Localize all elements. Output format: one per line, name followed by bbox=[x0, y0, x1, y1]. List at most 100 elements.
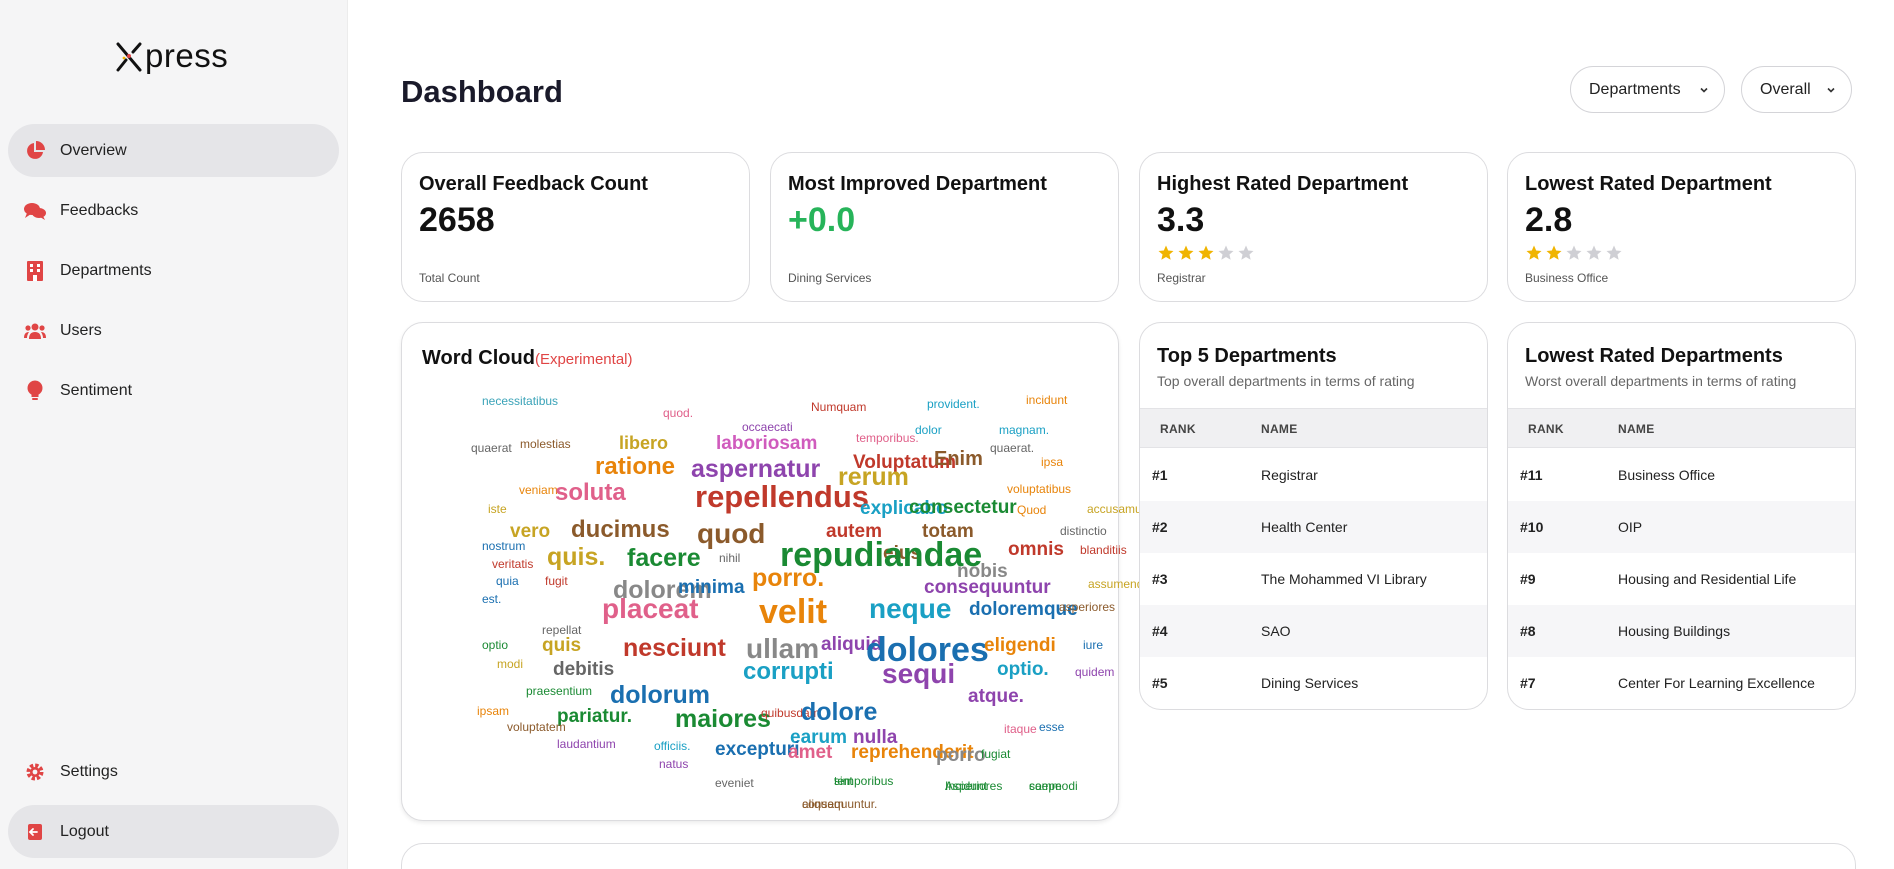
star-filled-icon bbox=[1525, 244, 1543, 262]
rank-cell: #8 bbox=[1520, 623, 1536, 639]
stat-value: 2.8 bbox=[1525, 201, 1573, 239]
rank-cell: #3 bbox=[1152, 571, 1168, 587]
star-filled-icon bbox=[1177, 244, 1195, 262]
stat-subtitle: Registrar bbox=[1157, 271, 1206, 285]
star-filled-icon bbox=[1545, 244, 1563, 262]
star-rating bbox=[1525, 244, 1623, 262]
word-cloud-word: optio. bbox=[997, 659, 1049, 680]
top-departments-card: Top 5 Departments Top overall department… bbox=[1139, 322, 1488, 710]
word-cloud-word: provident. bbox=[927, 397, 980, 411]
name-cell: OIP bbox=[1618, 519, 1643, 535]
table-row[interactable]: #8 Housing Buildings bbox=[1508, 605, 1855, 657]
stat-value: 3.3 bbox=[1157, 201, 1205, 239]
table-row[interactable]: #4 SAO bbox=[1140, 605, 1487, 657]
word-cloud-word: necessitatibus bbox=[482, 394, 559, 408]
word-cloud-word: incidunt bbox=[1026, 393, 1068, 407]
sidebar-item-departments[interactable]: Departments bbox=[8, 244, 339, 297]
word-cloud-word: Quod bbox=[1017, 503, 1047, 517]
word-cloud-word: consectetur bbox=[909, 497, 1017, 518]
name-cell: SAO bbox=[1261, 623, 1291, 639]
word-cloud-word: excepturi bbox=[715, 739, 800, 760]
rank-cell: #7 bbox=[1520, 675, 1536, 691]
word-cloud-word: corrupti bbox=[743, 658, 834, 685]
name-cell: Center For Learning Excellence bbox=[1618, 675, 1815, 691]
name-cell: Housing Buildings bbox=[1618, 623, 1731, 639]
word-cloud-word: quia bbox=[496, 574, 519, 588]
word-cloud-word: natus bbox=[659, 757, 689, 771]
star-empty-icon bbox=[1217, 244, 1235, 262]
word-cloud-word: neque bbox=[869, 593, 952, 624]
word-cloud-word: voluptatem bbox=[507, 720, 566, 734]
word-cloud-word: quaerat. bbox=[990, 441, 1035, 455]
word-cloud-word: ipsam bbox=[477, 704, 510, 718]
table-subtitle: Top overall departments in terms of rati… bbox=[1157, 373, 1415, 389]
star-rating bbox=[1157, 244, 1255, 262]
rank-cell: #1 bbox=[1152, 467, 1168, 483]
logout-icon bbox=[24, 821, 46, 843]
word-cloud-word: temporibus. bbox=[856, 431, 919, 445]
word-cloud-word: temporibus bbox=[834, 774, 894, 788]
table-row[interactable]: #9 Housing and Residential Life bbox=[1508, 553, 1855, 605]
word-cloud-word: repellendus bbox=[695, 479, 869, 514]
table-row[interactable]: #5 Dining Services bbox=[1140, 657, 1487, 709]
word-cloud-word: blanditiis bbox=[1080, 543, 1127, 557]
sidebar-item-label: Departments bbox=[60, 261, 152, 279]
word-cloud-word: nihil bbox=[719, 551, 741, 565]
word-cloud-word: nostrum bbox=[482, 539, 526, 553]
word-cloud-word: amet bbox=[788, 742, 833, 763]
word-cloud-word: Numquam bbox=[811, 400, 867, 414]
building-icon bbox=[24, 260, 46, 282]
word-cloud-card: Word Cloud(Experimental) necessitatibus q… bbox=[401, 322, 1153, 822]
lightbulb-icon bbox=[24, 380, 46, 402]
star-empty-icon bbox=[1585, 244, 1603, 262]
select-value: Overall bbox=[1760, 80, 1811, 98]
word-cloud-word: placeat bbox=[602, 593, 699, 624]
star-filled-icon bbox=[1157, 244, 1175, 262]
sidebar-item-logout[interactable]: Logout bbox=[8, 805, 339, 858]
table-row[interactable]: #1 Registrar bbox=[1140, 449, 1487, 501]
sidebar-item-label: Users bbox=[60, 321, 102, 339]
sidebar-item-users[interactable]: Users bbox=[8, 304, 339, 357]
table-title: Lowest Rated Departments bbox=[1525, 345, 1783, 367]
word-cloud-word: optio bbox=[482, 638, 509, 652]
word-cloud-word: eligendi bbox=[984, 635, 1056, 656]
name-cell: Housing and Residential Life bbox=[1618, 571, 1797, 587]
word-cloud-word: fugiat bbox=[981, 747, 1011, 761]
department-filter-select[interactable]: Departments bbox=[1570, 66, 1725, 113]
table-row[interactable]: #11 Business Office bbox=[1508, 449, 1855, 501]
sidebar: press Overview Feedbacks Departments Use… bbox=[0, 0, 348, 869]
stat-card-feedback-count: Overall Feedback Count 2658 Total Count bbox=[401, 152, 750, 302]
table-header: RANK NAME bbox=[1508, 408, 1855, 448]
word-cloud-word: officiis. bbox=[654, 739, 691, 753]
pie-chart-icon bbox=[24, 140, 46, 162]
word-cloud: necessitatibus quod. incidunt Numquam provid… bbox=[402, 323, 1153, 822]
table-row[interactable]: #7 Center For Learning Excellence bbox=[1508, 657, 1855, 709]
stat-title: Most Improved Department bbox=[788, 173, 1047, 195]
table-row[interactable]: #2 Health Center bbox=[1140, 501, 1487, 553]
sidebar-item-settings[interactable]: Settings bbox=[8, 745, 339, 798]
star-empty-icon bbox=[1605, 244, 1623, 262]
stat-subtitle: Dining Services bbox=[788, 271, 872, 285]
sidebar-nav: Overview Feedbacks Departments Users Sen… bbox=[8, 124, 339, 424]
table-row[interactable]: #3 The Mohammed VI Library bbox=[1140, 553, 1487, 605]
word-cloud-word: porro bbox=[936, 745, 986, 766]
sidebar-item-sentiment[interactable]: Sentiment bbox=[8, 364, 339, 417]
column-header-rank: RANK bbox=[1160, 422, 1196, 436]
word-cloud-word: dolore bbox=[801, 698, 878, 726]
word-cloud-word: laboriosam bbox=[716, 433, 818, 454]
word-cloud-word: ipsa bbox=[1041, 455, 1064, 469]
star-empty-icon bbox=[1565, 244, 1583, 262]
chevron-down-icon bbox=[1698, 83, 1710, 101]
table-row[interactable]: #10 OIP bbox=[1508, 501, 1855, 553]
sidebar-item-feedbacks[interactable]: Feedbacks bbox=[8, 184, 339, 237]
app-logo[interactable]: press bbox=[116, 36, 228, 76]
logo-text: press bbox=[145, 37, 229, 74]
period-filter-select[interactable]: Overall bbox=[1741, 66, 1852, 113]
word-cloud-word: ducimus bbox=[571, 516, 670, 543]
word-cloud-word: quod. bbox=[663, 406, 694, 420]
table-title: Top 5 Departments bbox=[1157, 345, 1337, 367]
word-cloud-word: porro. bbox=[752, 564, 825, 592]
column-header-name: NAME bbox=[1261, 422, 1298, 436]
stat-title: Overall Feedback Count bbox=[419, 173, 648, 195]
sidebar-item-overview[interactable]: Overview bbox=[8, 124, 339, 177]
